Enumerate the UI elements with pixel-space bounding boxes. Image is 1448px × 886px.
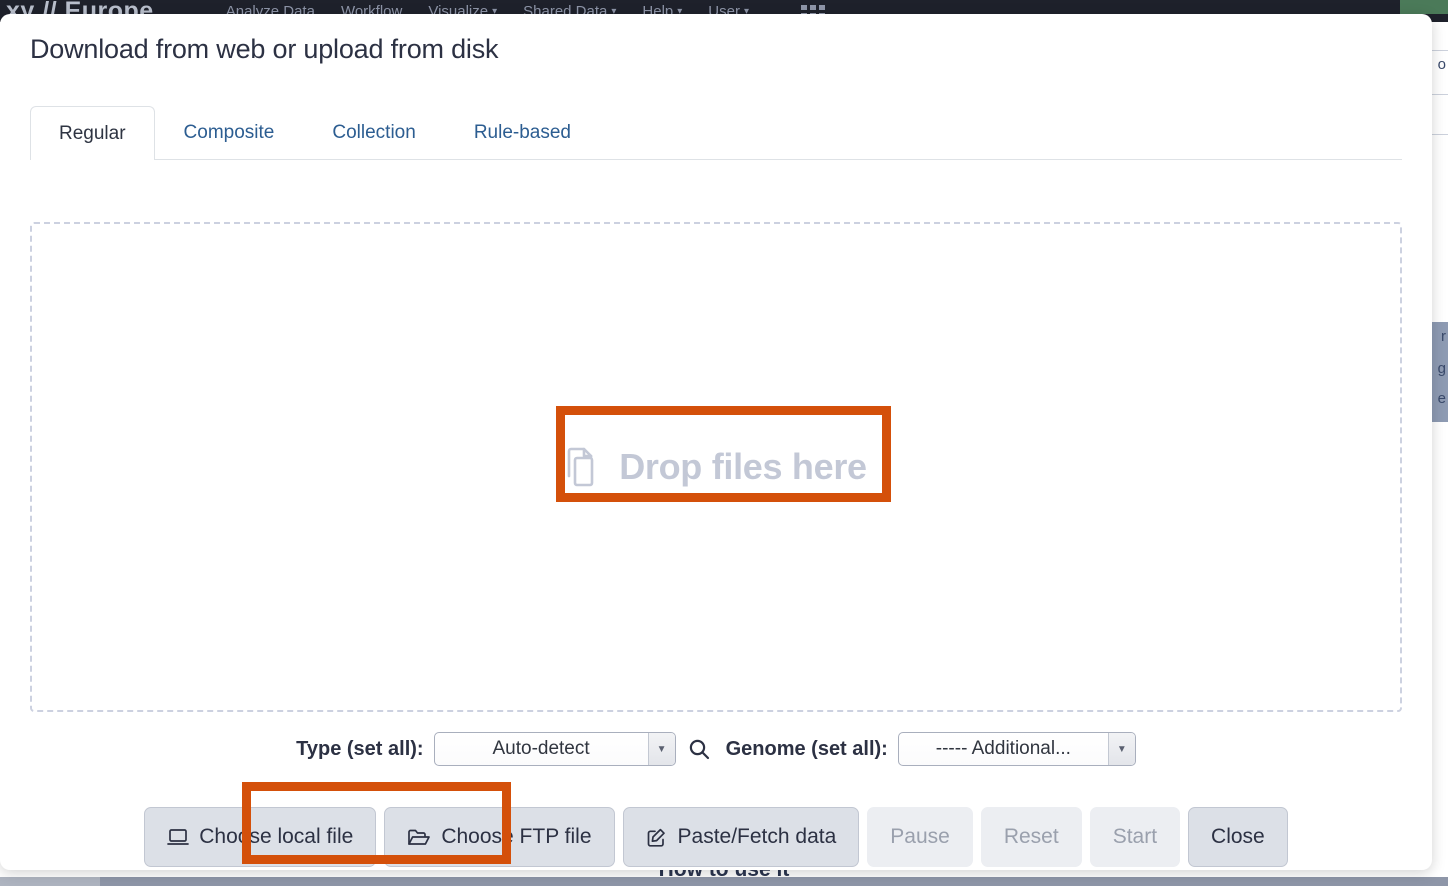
paste-fetch-data-button[interactable]: Paste/Fetch data bbox=[623, 807, 860, 867]
pause-button[interactable]: Pause bbox=[867, 807, 973, 867]
dropzone-content: Drop files here bbox=[32, 446, 1400, 488]
bg-right-fragment: o bbox=[1438, 56, 1446, 73]
upload-settings-row: Type (set all): Auto-detect ▼ Genome (se… bbox=[0, 732, 1432, 766]
search-icon[interactable] bbox=[688, 738, 710, 760]
bg-right-fragment: e bbox=[1438, 390, 1446, 407]
tab-rule-based[interactable]: Rule-based bbox=[445, 106, 600, 159]
choose-local-file-button[interactable]: Choose local file bbox=[144, 807, 376, 867]
masthead-accent-block bbox=[1400, 0, 1448, 14]
genome-select[interactable]: ----- Additional... ▼ bbox=[898, 732, 1136, 766]
dropzone-label: Drop files here bbox=[619, 446, 867, 488]
upload-tabs: Regular Composite Collection Rule-based bbox=[30, 106, 1402, 160]
genome-label: Genome (set all): bbox=[726, 738, 888, 761]
type-select-value: Auto-detect bbox=[435, 738, 648, 760]
reset-button-label: Reset bbox=[1004, 825, 1059, 849]
file-dropzone[interactable]: Drop files here bbox=[30, 222, 1402, 712]
close-button[interactable]: Close bbox=[1188, 807, 1288, 867]
folder-open-icon bbox=[407, 828, 431, 847]
choose-ftp-file-label: Choose FTP file bbox=[441, 825, 591, 849]
tab-collection[interactable]: Collection bbox=[303, 106, 444, 159]
genome-select-value: ----- Additional... bbox=[899, 738, 1108, 760]
chevron-down-icon: ▼ bbox=[648, 733, 675, 765]
tab-regular[interactable]: Regular bbox=[30, 106, 155, 160]
choose-ftp-file-button[interactable]: Choose FTP file bbox=[384, 807, 614, 867]
tab-composite[interactable]: Composite bbox=[155, 106, 304, 159]
type-label: Type (set all): bbox=[296, 738, 423, 761]
start-button-label: Start bbox=[1113, 825, 1157, 849]
page-title: Download from web or upload from disk bbox=[30, 34, 498, 65]
close-button-label: Close bbox=[1211, 825, 1265, 849]
upload-modal: Download from web or upload from disk Re… bbox=[0, 14, 1432, 870]
bg-right-fragment: g bbox=[1438, 360, 1446, 377]
laptop-icon bbox=[167, 828, 189, 846]
chevron-down-icon: ▼ bbox=[1108, 733, 1135, 765]
bg-right-fragment: r bbox=[1441, 328, 1446, 345]
pause-button-label: Pause bbox=[890, 825, 950, 849]
pencil-square-icon bbox=[646, 827, 668, 848]
reset-button[interactable]: Reset bbox=[981, 807, 1082, 867]
choose-local-file-label: Choose local file bbox=[199, 825, 353, 849]
start-button[interactable]: Start bbox=[1090, 807, 1180, 867]
background-bottom-bar bbox=[0, 877, 1448, 886]
copy-files-icon bbox=[565, 446, 603, 488]
paste-fetch-data-label: Paste/Fetch data bbox=[678, 825, 837, 849]
upload-button-row: Choose local file Choose FTP file Paste/… bbox=[0, 807, 1432, 867]
type-select[interactable]: Auto-detect ▼ bbox=[434, 732, 676, 766]
background-bottom-bar-left bbox=[0, 877, 100, 886]
